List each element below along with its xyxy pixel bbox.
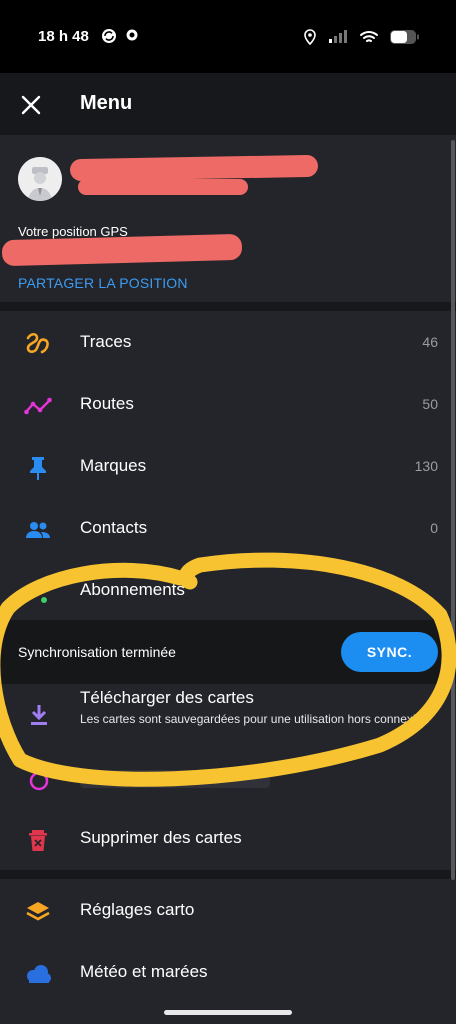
pin-icon (30, 457, 46, 480)
location-icon (304, 29, 316, 50)
download-maps-title: Télécharger des cartes (80, 688, 254, 707)
sync-button[interactable]: SYNC. (341, 632, 438, 672)
layers-icon (26, 902, 50, 921)
divider (0, 870, 456, 879)
status-time: 18 h 48 (38, 28, 89, 45)
download-maps-subtitle: Les cartes sont sauvegardées pour une ut… (80, 712, 429, 726)
menu-item-marques[interactable]: Marques 130 (0, 435, 450, 497)
menu-item-traces[interactable]: Traces 46 (0, 311, 450, 373)
subscriptions-icon (30, 585, 49, 603)
redacted-subtitle (78, 179, 248, 195)
gear-icon (125, 28, 139, 49)
trace-icon (26, 332, 49, 354)
menu-item-map-settings[interactable]: Réglages carto (0, 879, 450, 941)
signal-icon (328, 30, 348, 49)
redacted-gps-value (1, 233, 243, 267)
sync-status-text: Synchronisation terminée (18, 644, 176, 660)
profile-section: Votre position GPS PARTAGER LA POSITION (0, 135, 456, 302)
status-bar: 18 h 48 (0, 0, 456, 73)
weather-icon (27, 965, 51, 983)
obscured-icon (29, 771, 49, 791)
menu-item-routes[interactable]: Routes 50 (0, 373, 450, 435)
menu-item-abonnements[interactable]: Abonnements (0, 559, 450, 621)
wifi-icon (360, 30, 378, 49)
share-position-link[interactable]: PARTAGER LA POSITION (18, 275, 188, 291)
divider (0, 302, 456, 311)
user-avatar-icon (18, 157, 62, 201)
scrollbar[interactable] (451, 140, 455, 880)
sync-icon (101, 28, 117, 49)
close-button[interactable] (18, 92, 44, 118)
route-icon (24, 397, 52, 415)
trash-icon (29, 830, 47, 851)
app-bar: Menu (0, 73, 456, 135)
page-title: Menu (80, 92, 133, 114)
battery-icon (390, 30, 420, 49)
obscured-row (0, 756, 450, 806)
menu-item-delete-maps[interactable]: Supprimer des cartes (0, 807, 450, 869)
contacts-icon (26, 522, 50, 538)
close-icon (21, 95, 41, 115)
download-icon (31, 705, 47, 725)
redacted-name (69, 154, 319, 182)
avatar[interactable] (18, 157, 62, 201)
sync-banner: Synchronisation terminée SYNC. (0, 620, 456, 684)
menu-item-contacts[interactable]: Contacts 0 (0, 497, 450, 559)
menu-item-weather[interactable]: Météo et marées (0, 941, 450, 1003)
home-indicator[interactable] (164, 1010, 292, 1015)
